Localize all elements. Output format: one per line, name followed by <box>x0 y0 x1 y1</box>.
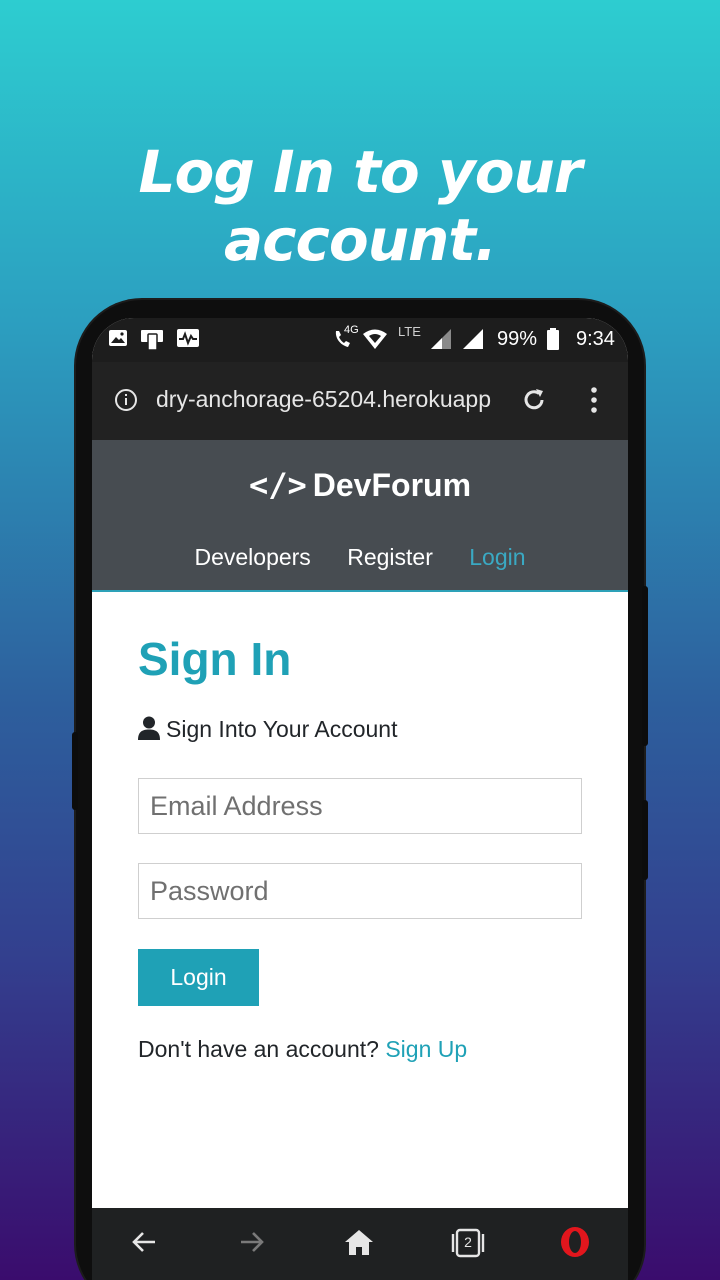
network-type: 4G <box>344 324 359 336</box>
nav-links: Developers Register Login <box>92 544 628 571</box>
home-icon[interactable] <box>344 1228 374 1261</box>
reload-icon[interactable] <box>520 386 548 419</box>
nav-link-register[interactable]: Register <box>347 544 433 570</box>
site-navbar: </> DevForum Developers Register Login <box>92 440 628 592</box>
phone-screen: 4G LTE 99% 9:34 dry-anchorage-65204.hero… <box>92 318 628 1280</box>
tab-count: 2 <box>464 1234 472 1250</box>
promo-headline: Log In to your account. <box>138 138 583 274</box>
status-bar: 4G LTE 99% 9:34 <box>92 318 628 362</box>
phone-side-button <box>72 732 78 810</box>
forward-arrow-icon[interactable] <box>238 1228 266 1261</box>
battery-percent: 99% <box>497 328 538 350</box>
activity-icon <box>176 328 200 353</box>
browser-bottom-bar: 2 <box>92 1208 628 1280</box>
password-field[interactable] <box>138 863 582 919</box>
lte-label: LTE <box>398 324 421 339</box>
wifi-icon <box>362 328 388 355</box>
user-icon <box>138 716 160 746</box>
login-button[interactable]: Login <box>138 949 259 1006</box>
phone-power-button <box>642 800 648 880</box>
signup-prompt: Don't have an account? Sign Up <box>138 1036 467 1063</box>
more-menu-icon[interactable] <box>590 386 598 419</box>
battery-icon <box>546 328 560 355</box>
gallery-icon <box>108 328 128 353</box>
brand-name: DevForum <box>312 467 472 503</box>
device-icon <box>140 328 164 355</box>
form-lead-text: Sign Into Your Account <box>166 716 398 742</box>
email-field[interactable] <box>138 778 582 834</box>
opera-menu-icon[interactable] <box>559 1226 591 1263</box>
signal-icon <box>430 328 452 355</box>
clock: 9:34 <box>576 328 615 350</box>
brand-logo[interactable]: </> DevForum <box>92 466 628 504</box>
browser-url-bar: dry-anchorage-65204.herokuapp <box>92 362 628 440</box>
signup-prompt-text: Don't have an account? <box>138 1036 379 1062</box>
back-arrow-icon[interactable] <box>130 1228 158 1261</box>
nav-link-developers[interactable]: Developers <box>194 544 310 570</box>
signup-link[interactable]: Sign Up <box>385 1036 467 1062</box>
nav-link-login[interactable]: Login <box>469 544 525 570</box>
form-lead: Sign Into Your Account <box>138 716 397 746</box>
code-icon: </> <box>248 466 307 504</box>
phone-volume-button <box>642 586 648 746</box>
url-text[interactable]: dry-anchorage-65204.herokuapp <box>156 386 498 413</box>
page-title: Sign In <box>138 633 292 685</box>
info-icon[interactable] <box>114 388 138 417</box>
login-form-section: Sign In Sign Into Your Account Login Don… <box>92 592 628 1208</box>
signal-icon <box>462 328 484 355</box>
